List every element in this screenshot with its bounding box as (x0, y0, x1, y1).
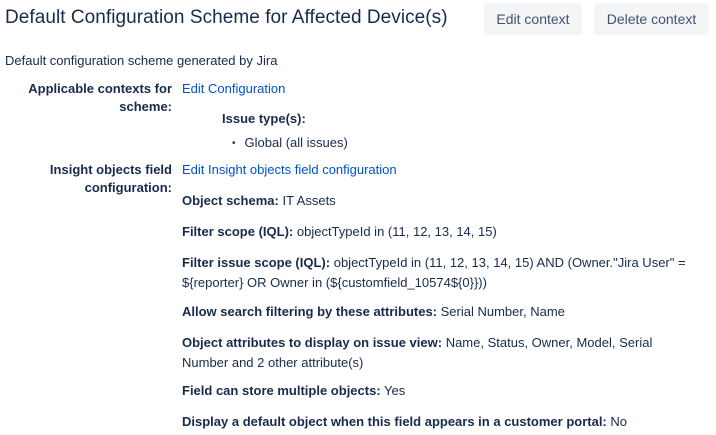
scheme-description: Default configuration scheme generated b… (5, 53, 278, 68)
issue-type-text: Global (all issues) (244, 135, 348, 150)
field-value: Serial Number, Name (440, 304, 565, 319)
config-scheme-page: Default Configuration Scheme for Affecte… (0, 0, 716, 435)
field-key: Allow search filtering by these attribut… (182, 304, 437, 319)
filter-issue-scope-field: Filter issue scope (IQL): objectTypeId i… (182, 253, 702, 293)
field-value: No (610, 414, 628, 429)
insight-config-label: Insight objects field configuration: (49, 162, 172, 195)
search-filtering-field: Allow search filtering by these attribut… (182, 302, 702, 322)
filter-scope-field: Filter scope (IQL): objectTypeId in (11,… (182, 222, 702, 242)
edit-insight-config-link[interactable]: Edit Insight objects field configuration (182, 161, 397, 179)
page-title: Default Configuration Scheme for Affecte… (5, 7, 448, 28)
field-key: Display a default object when this field… (182, 414, 607, 429)
attributes-display-field: Object attributes to display on issue vi… (182, 333, 702, 373)
field-key: Field can store multiple objects: (182, 383, 381, 398)
field-key: Filter scope (IQL): (182, 224, 294, 239)
issue-type-item: • Global (all issues) (232, 134, 348, 153)
field-key: Filter issue scope (IQL): (182, 255, 331, 270)
field-value: Yes (384, 383, 406, 398)
default-object-portal-field: Display a default object when this field… (182, 412, 702, 432)
field-key: Object attributes to display on issue vi… (182, 335, 443, 350)
object-schema-field: Object schema: IT Assets (182, 191, 702, 211)
applicable-contexts-label: Applicable contexts for scheme: (28, 81, 172, 114)
page-header: Default Configuration Scheme for Affecte… (0, 0, 716, 40)
edit-configuration-link[interactable]: Edit Configuration (182, 80, 285, 98)
multiple-objects-field: Field can store multiple objects: Yes (182, 381, 702, 401)
field-key: Object schema: (182, 193, 279, 208)
delete-context-button[interactable]: Delete context (594, 3, 709, 35)
field-value: objectTypeId in (11, 12, 13, 14, 15) (296, 224, 497, 239)
edit-context-button[interactable]: Edit context (484, 3, 582, 35)
bullet-icon: • (232, 138, 236, 149)
field-value: IT Assets (282, 193, 336, 208)
issue-types-label: Issue type(s): (222, 111, 306, 126)
